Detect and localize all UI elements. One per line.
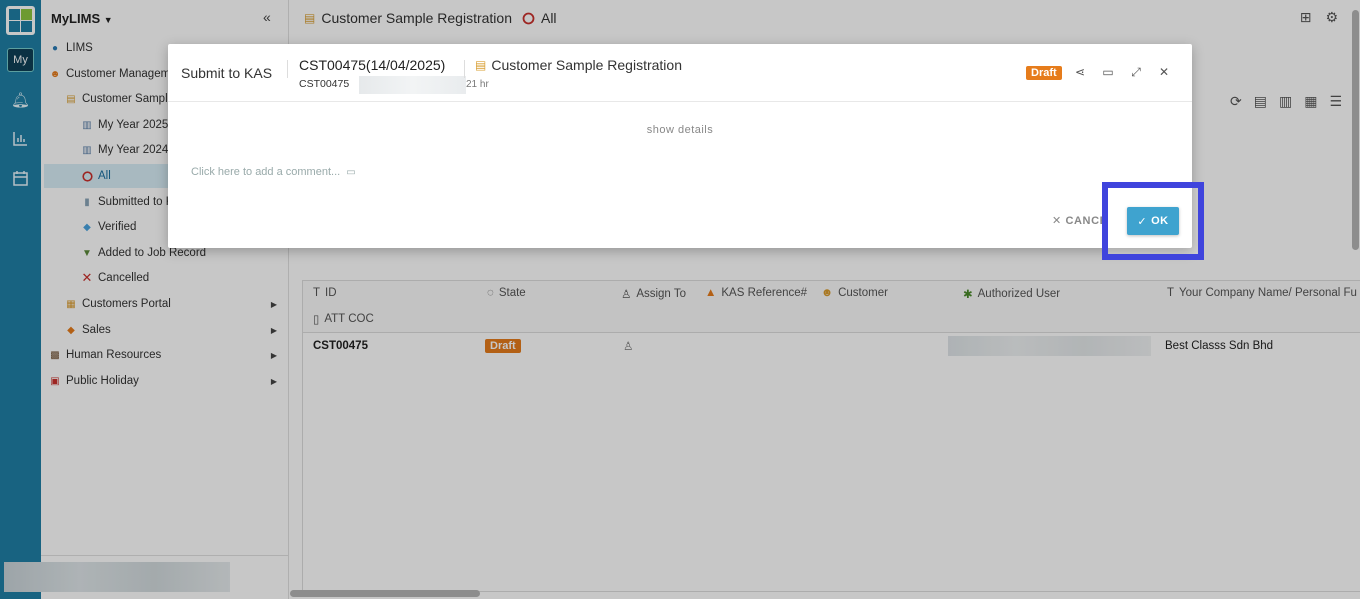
comment-input[interactable]: Click here to add a comment... ▭ [191, 166, 356, 178]
form-name: ▤ Customer Sample Registration [475, 57, 682, 73]
status-badge: Draft [1026, 65, 1062, 80]
dialog-header: Submit to KAS CST00475(14/04/2025) CST00… [168, 44, 1192, 102]
scroll-icon: ▤ [475, 58, 487, 72]
divider [464, 60, 465, 78]
dialog-actions: ⋖ ▭ ⤢ ✕ [1073, 65, 1171, 80]
comment-icon: ▭ [346, 166, 356, 178]
divider [287, 60, 288, 78]
dialog-title: Submit to KAS [181, 65, 273, 81]
share-icon[interactable]: ⋖ [1073, 65, 1087, 80]
record-id: CST00475 [299, 78, 350, 90]
show-details-link[interactable]: show details [168, 124, 1192, 136]
check-icon: ✓ [1137, 215, 1148, 228]
cancel-button[interactable]: ✕ CANCE [1052, 214, 1108, 227]
close-icon[interactable]: ✕ [1157, 65, 1171, 80]
comment-icon[interactable]: ▭ [1101, 65, 1115, 80]
record-title: CST00475(14/04/2025) [299, 57, 446, 73]
expand-icon[interactable]: ⤢ [1129, 65, 1143, 80]
owner-redacted [359, 76, 466, 94]
elapsed-time: 21 hr [466, 79, 489, 90]
submit-dialog: Submit to KAS CST00475(14/04/2025) CST00… [168, 44, 1192, 248]
ok-button[interactable]: ✓ OK [1127, 207, 1179, 235]
